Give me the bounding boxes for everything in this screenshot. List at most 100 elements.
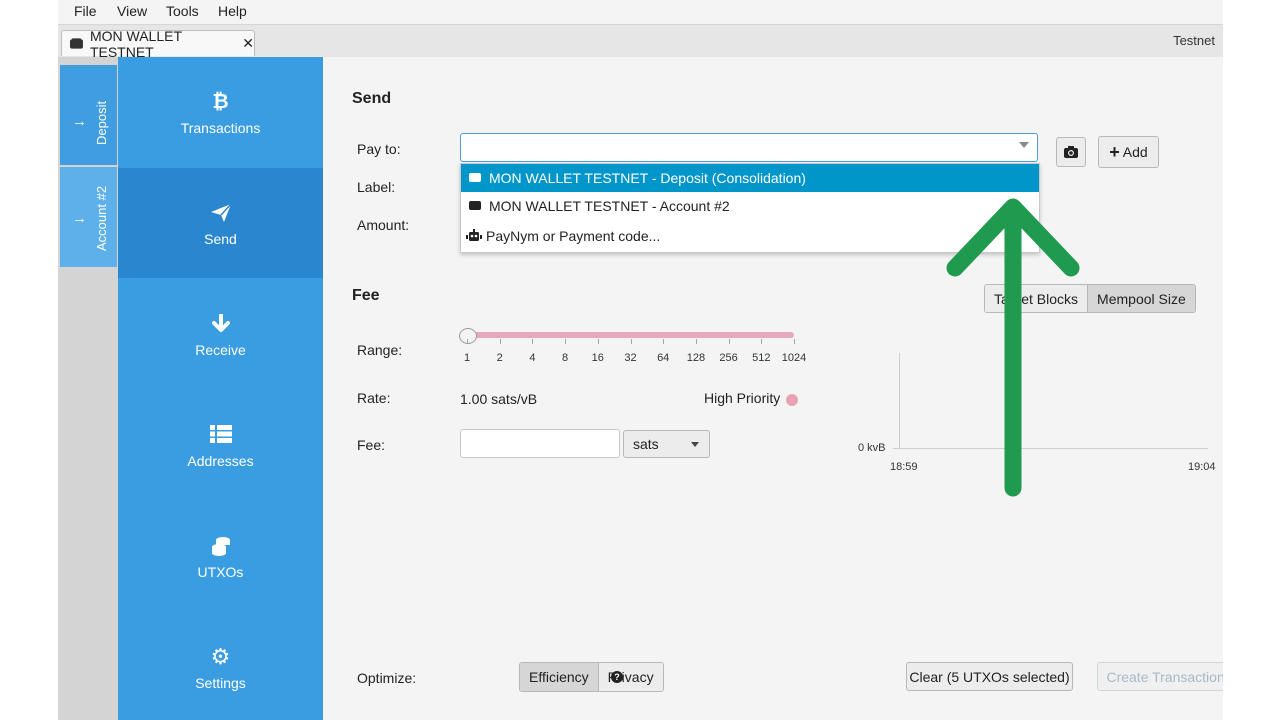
- sidebar-item-utxos[interactable]: UTXOs: [118, 501, 323, 611]
- wallet-icon: [469, 172, 489, 185]
- pay-to-dropdown: MON WALLET TESTNET - Deposit (Consolidat…: [460, 163, 1040, 253]
- wallet-icon: [70, 38, 83, 49]
- arrow-right-icon: →: [72, 113, 87, 130]
- menu-bar: File View Tools Help: [58, 0, 1223, 25]
- sidebar-item-label: Transactions: [180, 120, 261, 136]
- range-tick-label: 256: [719, 352, 738, 364]
- range-tick: [532, 339, 534, 344]
- range-tick: [794, 339, 795, 344]
- range-tick-label: 4: [529, 352, 536, 364]
- close-icon[interactable]: ✕: [242, 35, 254, 52]
- priority-indicator: [786, 394, 798, 406]
- menu-tools[interactable]: Tools: [166, 3, 199, 19]
- app-window: File View Tools Help MON WALLET TESTNET …: [58, 0, 1223, 720]
- efficiency-toggle[interactable]: Efficiency: [520, 663, 598, 691]
- fee-unit-value: sats: [633, 436, 659, 452]
- mempool-size-toggle[interactable]: Mempool Size: [1087, 285, 1195, 312]
- robot-icon: [466, 228, 486, 244]
- chevron-down-icon: [691, 442, 699, 447]
- fee-label: Fee:: [357, 437, 386, 453]
- range-tick-label: 2: [496, 352, 503, 364]
- range-tick: [663, 339, 665, 344]
- sidebar-item-label: Addresses: [187, 453, 254, 469]
- privacy-toggle[interactable]: Privacy: [597, 663, 663, 691]
- pay-to-combobox[interactable]: [460, 133, 1038, 162]
- range-tick: [467, 339, 468, 344]
- fee-input[interactable]: [460, 429, 620, 458]
- sidebar-nav: ₿ Transactions Send Receive Addresses UT…: [118, 57, 323, 720]
- pay-to-label: Pay to:: [357, 141, 401, 157]
- range-tick-label: 16: [591, 352, 604, 364]
- account-strip: → Deposit → Account #2: [58, 57, 118, 720]
- range-tick: [630, 339, 632, 344]
- range-label: Range:: [357, 342, 403, 358]
- sidebar-item-label: Send: [204, 231, 237, 247]
- range-tick: [761, 339, 763, 344]
- menu-help[interactable]: Help: [218, 3, 247, 19]
- range-tick-label: 32: [624, 352, 637, 364]
- fee-unit-select[interactable]: sats: [623, 430, 710, 458]
- gear-icon: ⚙: [210, 644, 231, 669]
- plus-icon: +: [1109, 142, 1120, 162]
- sidebar-item-transactions[interactable]: ₿ Transactions: [118, 57, 323, 167]
- paper-plane-icon: [118, 203, 323, 227]
- help-icon[interactable]: ?: [611, 671, 623, 683]
- scan-qr-button[interactable]: [1056, 137, 1086, 167]
- menu-view[interactable]: View: [117, 3, 147, 19]
- dropdown-item-label: MON WALLET TESTNET - Deposit (Consolidat…: [489, 170, 806, 186]
- range-tick-label: 64: [657, 352, 670, 364]
- sidebar-item-receive[interactable]: Receive: [118, 279, 323, 389]
- fee-range-track[interactable]: [467, 332, 794, 338]
- send-title: Send: [352, 90, 392, 107]
- list-icon: [118, 425, 323, 447]
- dropdown-item-label: MON WALLET TESTNET - Account #2: [489, 198, 730, 214]
- fee-mode-toggle: Target Blocks Mempool Size: [984, 284, 1196, 313]
- target-blocks-toggle[interactable]: Target Blocks: [985, 285, 1088, 312]
- account-tab-deposit[interactable]: → Deposit: [60, 65, 117, 165]
- range-tick-label: 128: [686, 352, 706, 364]
- rate-value: 1.00 sats/vB: [460, 391, 538, 407]
- optimize-toggle: Efficiency Privacy: [519, 662, 664, 692]
- wallet-tab-title: MON WALLET TESTNET: [89, 27, 182, 60]
- sidebar-item-label: UTXOs: [197, 564, 244, 580]
- arrow-right-icon: →: [72, 210, 87, 227]
- add-button-label: Add: [1122, 144, 1148, 160]
- dropdown-item[interactable]: MON WALLET TESTNET - Account #2: [461, 192, 1039, 220]
- fee-range-knob[interactable]: [459, 328, 477, 344]
- label-label: Label:: [357, 179, 396, 195]
- account-tab-account-2[interactable]: → Account #2: [60, 167, 117, 267]
- sidebar-item-label: Settings: [195, 675, 246, 691]
- sidebar-item-send[interactable]: Send: [118, 168, 323, 278]
- sidebar-item-addresses[interactable]: Addresses: [118, 390, 323, 500]
- arrow-down-icon: [118, 313, 323, 338]
- chart-x-end: 19:04: [1188, 461, 1216, 473]
- range-tick: [597, 339, 599, 344]
- chevron-down-icon[interactable]: [1019, 142, 1029, 148]
- sidebar-item-settings[interactable]: ⚙ Settings: [118, 612, 323, 720]
- rate-label: Rate:: [357, 390, 391, 406]
- create-transaction-button[interactable]: Create Transaction »: [1097, 662, 1223, 691]
- account-tab-label: Account #2: [94, 185, 109, 251]
- clear-button[interactable]: Clear (5 UTXOs selected): [906, 662, 1073, 691]
- send-panel: Send Pay to: Label: Amount: + Add MON WA…: [323, 57, 1223, 720]
- range-tick: [728, 339, 730, 344]
- fee-title: Fee: [352, 287, 380, 304]
- range-tick: [565, 339, 567, 344]
- range-tick-label: 8: [562, 352, 569, 364]
- account-tab-label: Deposit: [94, 100, 109, 145]
- camera-icon: [1064, 146, 1078, 158]
- priority-label: High Priority: [704, 390, 781, 406]
- optimize-label: Optimize:: [357, 670, 417, 686]
- dropdown-item[interactable]: PayNym or Payment code...: [461, 222, 1039, 250]
- wallet-tab[interactable]: MON WALLET TESTNET ✕: [61, 28, 255, 60]
- add-recipient-button[interactable]: + Add: [1098, 136, 1159, 168]
- menu-file[interactable]: File: [74, 3, 97, 19]
- sidebar-item-label: Receive: [195, 342, 246, 358]
- wallet-icon: [469, 200, 489, 213]
- range-tick-label: 1024: [781, 352, 807, 364]
- dropdown-item[interactable]: MON WALLET TESTNET - Deposit (Consolidat…: [461, 164, 1039, 192]
- chart-x-start: 18:59: [890, 461, 918, 473]
- network-label: Testnet: [1173, 33, 1215, 48]
- mempool-chart-y-axis: [899, 353, 900, 449]
- create-transaction-label: Create Transaction: [1106, 668, 1223, 685]
